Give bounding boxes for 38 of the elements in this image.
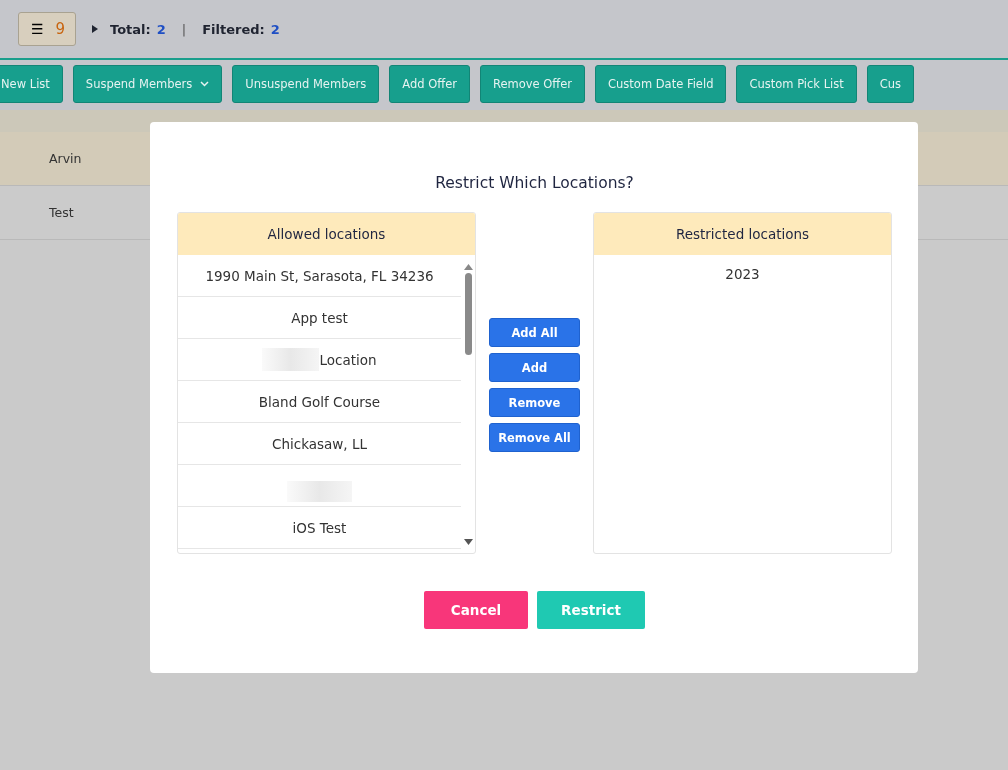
total-count: 2: [156, 21, 166, 37]
cancel-button[interactable]: Cancel: [424, 591, 528, 629]
location-item[interactable]: 1990 Main St, Sarasota, FL 34236: [178, 255, 461, 297]
menu-button[interactable]: ☰ 9: [18, 12, 76, 46]
count-label: 9: [55, 20, 66, 38]
member-name: Arvin: [49, 151, 82, 166]
expand-icon[interactable]: [92, 25, 98, 33]
transfer-button[interactable]: Add All: [489, 318, 580, 347]
scroll-down-icon[interactable]: [463, 539, 473, 545]
menu-icon: ☰: [31, 21, 44, 37]
toolbar-button[interactable]: Custom Date Field: [595, 65, 727, 103]
location-item[interactable]: Location: [178, 339, 461, 381]
scroll-thumb[interactable]: [464, 273, 472, 355]
location-label: Location: [319, 351, 377, 368]
toolbar-button[interactable]: New List: [0, 65, 63, 103]
panel-header: Allowed locations: [178, 213, 475, 255]
transfer-button[interactable]: Add: [489, 353, 580, 382]
filtered-label: Filtered:: [202, 21, 265, 37]
location-item[interactable]: App test: [178, 297, 461, 339]
transfer-button[interactable]: Remove: [489, 388, 580, 417]
transfer-button[interactable]: Remove All: [489, 423, 580, 452]
member-name: Test: [49, 205, 74, 220]
filtered-count: 2: [270, 21, 280, 37]
panel-header: Restricted locations: [594, 213, 891, 255]
toolbar-button[interactable]: Remove Offer: [479, 65, 586, 103]
location-item[interactable]: Chickasaw, LL: [178, 423, 461, 465]
toolbar-button[interactable]: Add Offer: [389, 65, 470, 103]
location-item[interactable]: 2023: [594, 255, 891, 293]
toolbar-button[interactable]: Cus: [866, 65, 915, 103]
location-item[interactable]: Bland Golf Course: [178, 381, 461, 423]
toolbar-button[interactable]: Suspend Members: [72, 65, 223, 103]
scroll-up-icon[interactable]: [463, 264, 473, 270]
total-label: Total:: [110, 21, 151, 37]
dialog-title: Restrict Which Locations?: [434, 174, 635, 192]
toolbar-button[interactable]: Custom Pick List: [736, 65, 857, 103]
toolbar-button[interactable]: Unsuspend Members: [232, 65, 380, 103]
separator: |: [181, 21, 187, 37]
location-item[interactable]: iOS Test: [178, 507, 461, 549]
